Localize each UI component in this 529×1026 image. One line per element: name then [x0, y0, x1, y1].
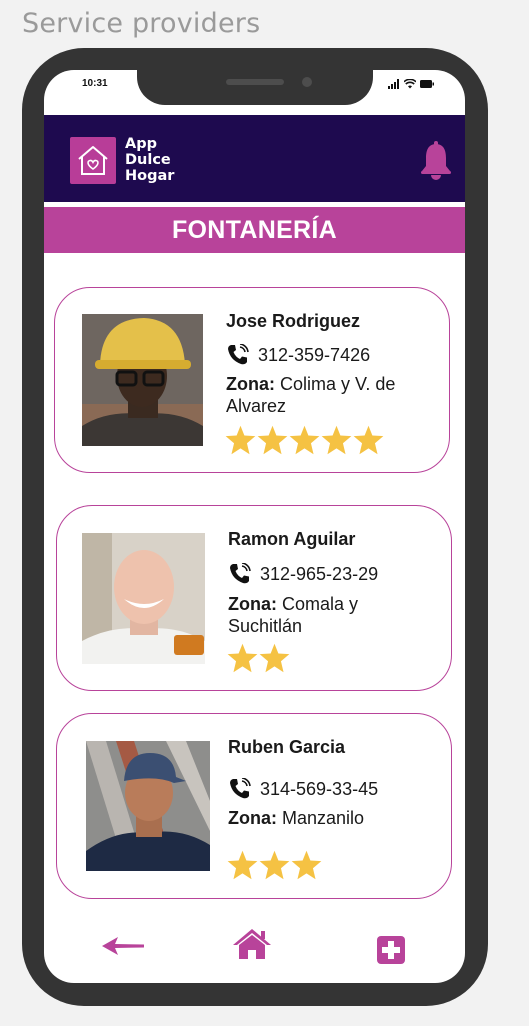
category-title: FONTANERÍA: [44, 207, 465, 253]
rating-stars: [227, 643, 290, 673]
provider-zone: Zona: Manzanilo: [228, 807, 428, 829]
home-icon[interactable]: [232, 928, 272, 960]
star-icon: [225, 425, 256, 455]
speaker-grille: [226, 79, 284, 85]
page-title: Service providers: [22, 8, 261, 39]
phone-icon: [230, 778, 251, 799]
zone-value: Manzanilo: [282, 808, 365, 828]
status-icons: [388, 78, 434, 90]
star-icon: [259, 850, 290, 880]
provider-photo: [86, 741, 210, 871]
phone-icon: [228, 344, 249, 365]
star-icon: [227, 850, 258, 880]
provider-zone: Zona: Comala y Suchitlán: [228, 593, 418, 637]
provider-phone-row[interactable]: 312-359-7426: [226, 344, 370, 366]
plus-square-icon[interactable]: [377, 936, 405, 964]
phone-notch: [137, 70, 373, 105]
rating-stars: [225, 425, 384, 455]
zone-label: Zona:: [228, 594, 277, 614]
star-icon: [291, 850, 322, 880]
battery-icon: [420, 80, 434, 88]
star-icon: [227, 643, 258, 673]
provider-photo: [82, 314, 203, 446]
wifi-icon: [404, 79, 416, 89]
signal-icon: [388, 79, 399, 89]
rating-stars: [227, 850, 322, 880]
provider-name: Ramon Aguilar: [228, 529, 356, 549]
bell-icon[interactable]: [418, 140, 454, 180]
app-logo[interactable]: [70, 137, 116, 184]
provider-phone: 314-569-33-45: [260, 778, 379, 799]
provider-photo: [82, 533, 205, 664]
provider-phone: 312-965-23-29: [260, 563, 379, 584]
provider-phone: 312-359-7426: [258, 344, 371, 365]
app-logo-text: App Dulce Hogar: [125, 136, 174, 184]
provider-zone: Zona: Colima y V. de Alvarez: [226, 373, 436, 417]
star-icon: [353, 425, 384, 455]
logo-line: Hogar: [125, 168, 175, 184]
zone-label: Zona:: [226, 374, 275, 394]
provider-name: Jose Rodriguez: [226, 311, 361, 331]
star-icon: [321, 425, 352, 455]
provider-name: Ruben Garcia: [228, 737, 346, 757]
front-camera: [302, 77, 312, 87]
star-icon: [289, 425, 320, 455]
arrow-left-icon[interactable]: [102, 936, 144, 956]
star-icon: [257, 425, 288, 455]
logo-line: Dulce: [125, 152, 171, 168]
provider-phone-row[interactable]: 314-569-33-45: [228, 778, 378, 800]
phone-icon: [230, 563, 251, 584]
house-heart-icon: [78, 146, 108, 175]
zone-label: Zona:: [228, 808, 277, 828]
logo-line: App: [125, 136, 157, 152]
provider-phone-row[interactable]: 312-965-23-29: [228, 563, 378, 585]
star-icon: [259, 643, 290, 673]
status-time: 10:31: [82, 78, 108, 89]
